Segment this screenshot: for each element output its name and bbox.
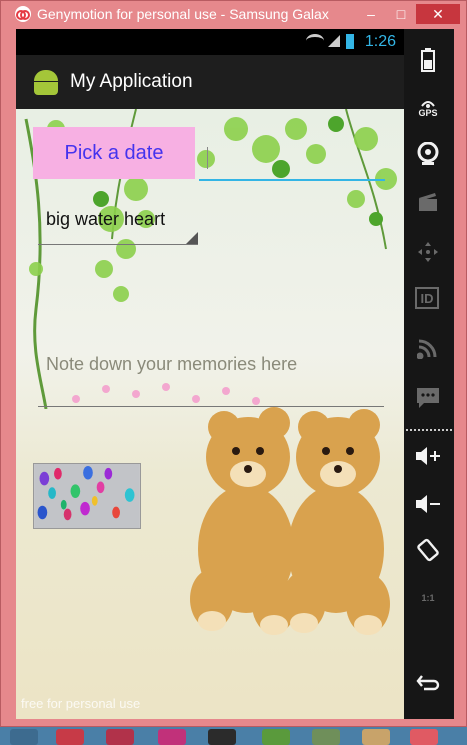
minimize-button[interactable]: – xyxy=(356,4,386,24)
device-screen: 1:26 My Application Pick a date big wate… xyxy=(16,29,404,719)
action-bar: My Application xyxy=(16,55,404,109)
status-time: 1:26 xyxy=(364,33,396,50)
taskbar-app-icon[interactable] xyxy=(208,729,236,745)
genymotion-logo-icon xyxy=(15,6,31,22)
battery-widget-icon[interactable] xyxy=(415,47,441,73)
sidebar-divider xyxy=(406,429,452,431)
genymotion-window: Genymotion for personal use - Samsung Ga… xyxy=(0,0,467,727)
pixel-perfect-icon[interactable]: 1:1 xyxy=(415,585,441,611)
app-title: My Application xyxy=(70,71,193,92)
android-app-icon xyxy=(32,68,60,96)
battery-icon xyxy=(346,34,354,49)
scale-label: 1:1 xyxy=(421,593,435,603)
taskbar-android-icon[interactable] xyxy=(312,729,340,745)
dpad-icon[interactable] xyxy=(415,239,441,265)
id-label: ID xyxy=(420,290,434,306)
webcam-widget-icon[interactable] xyxy=(415,141,441,167)
wifi-icon xyxy=(306,34,324,48)
date-field[interactable] xyxy=(199,179,385,181)
signal-icon xyxy=(328,35,340,47)
spinner-selected-value: big water heart xyxy=(46,209,166,229)
windows-taskbar xyxy=(0,727,467,745)
memory-note-input[interactable] xyxy=(38,323,384,407)
genymotion-sidebar: GPS ID 1:1 xyxy=(404,29,454,719)
back-arrow-icon[interactable] xyxy=(415,669,441,695)
taskbar-genymotion-icon[interactable] xyxy=(56,729,84,745)
gps-label: GPS xyxy=(418,108,438,118)
sms-message-icon[interactable] xyxy=(415,385,441,411)
taskbar-android-icon[interactable] xyxy=(262,729,290,745)
status-bar: 1:26 xyxy=(16,29,404,55)
teddy-bears-image xyxy=(190,407,390,635)
gps-widget-icon[interactable]: GPS xyxy=(415,95,441,121)
date-field-cursor xyxy=(207,147,208,169)
taskbar-app-icon[interactable] xyxy=(158,729,186,745)
window-title: Genymotion for personal use - Samsung Ga… xyxy=(37,6,329,22)
cast-icon[interactable] xyxy=(415,335,441,361)
volume-down-icon[interactable] xyxy=(415,491,441,517)
device-id-icon[interactable]: ID xyxy=(415,287,439,309)
taskbar-genymotion-icon[interactable] xyxy=(410,729,438,745)
maximize-button[interactable]: □ xyxy=(386,4,416,24)
close-button[interactable]: ✕ xyxy=(416,4,460,24)
taskbar-app-icon[interactable] xyxy=(10,729,38,745)
spinner-arrow-icon xyxy=(186,232,198,244)
category-spinner[interactable]: big water heart xyxy=(38,209,198,245)
pick-date-button[interactable]: Pick a date xyxy=(33,127,195,179)
taskbar-app-icon[interactable] xyxy=(362,729,390,745)
watermark-text: free for personal use xyxy=(21,696,141,711)
rotate-icon[interactable] xyxy=(415,537,441,563)
taskbar-app-icon[interactable] xyxy=(106,729,134,745)
screencast-clapper-icon[interactable] xyxy=(415,189,441,215)
volume-up-icon[interactable] xyxy=(415,443,441,469)
balloons-thumbnail-image[interactable] xyxy=(33,463,141,529)
window-titlebar[interactable]: Genymotion for personal use - Samsung Ga… xyxy=(1,1,466,27)
app-content: Pick a date big water heart Note down yo… xyxy=(16,109,404,719)
